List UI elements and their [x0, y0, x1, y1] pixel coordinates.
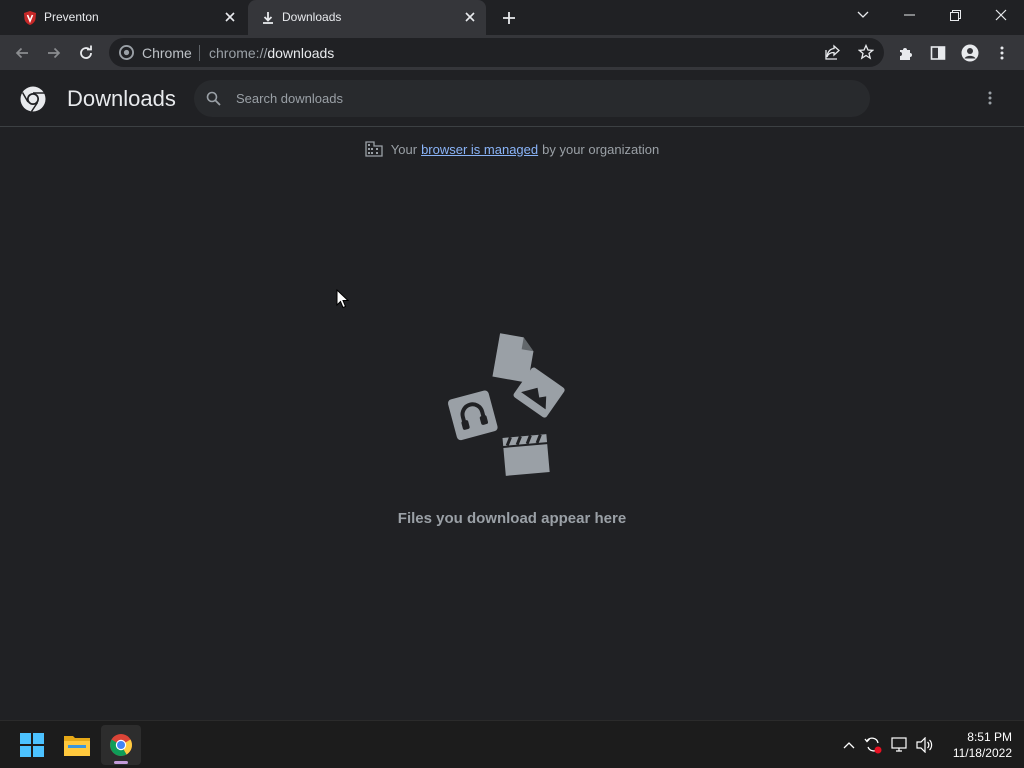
extensions-button[interactable] [892, 39, 920, 67]
chrome-site-icon [119, 45, 134, 60]
url-scheme: chrome:// [209, 45, 268, 61]
building-icon [365, 141, 383, 157]
browser-window: Preventon Downloads Chrome chrome://down… [0, 0, 1024, 768]
tab-search-button[interactable] [841, 0, 885, 30]
divider [199, 45, 200, 61]
video-icon [502, 434, 550, 476]
restore-button[interactable] [933, 0, 977, 30]
empty-state-message: Files you download appear here [397, 510, 627, 527]
more-actions-button[interactable] [978, 86, 1002, 110]
plus-icon [503, 12, 515, 24]
profile-button[interactable] [956, 39, 984, 67]
chevron-down-icon [857, 11, 869, 18]
address-bar[interactable]: Chrome chrome://downloads [109, 38, 884, 67]
preventon-shield-icon [24, 11, 36, 25]
chrome-logo-icon [20, 86, 46, 112]
managed-text-prefix: Your [390, 141, 418, 157]
managed-notice: Your browser is managed by your organiza… [0, 140, 1024, 158]
side-panel-icon [930, 46, 946, 60]
site-chip: Chrome [142, 45, 192, 61]
start-button[interactable] [12, 725, 52, 765]
search-box[interactable] [194, 80, 870, 117]
file-explorer-button[interactable] [57, 725, 97, 765]
puzzle-icon [900, 48, 912, 60]
more-vert-icon [1000, 46, 1004, 60]
volume-button[interactable] [915, 735, 935, 755]
tab-title: Preventon [44, 10, 99, 24]
back-button[interactable] [8, 39, 36, 67]
bookmark-button[interactable] [852, 38, 880, 66]
windows-taskbar: 8:51 PM 11/18/2022 [0, 720, 1024, 768]
system-clock[interactable]: 8:51 PM 11/18/2022 [940, 729, 1012, 761]
clock-date: 11/18/2022 [952, 746, 1012, 760]
star-icon [858, 44, 874, 60]
search-icon [206, 91, 221, 106]
url-host: downloads [267, 45, 335, 61]
file-explorer-icon [64, 736, 90, 756]
share-icon [825, 44, 840, 60]
chrome-taskbar-button[interactable] [101, 725, 141, 765]
reload-button[interactable] [72, 39, 100, 67]
clock-time: 8:51 PM [967, 730, 1012, 744]
speaker-icon [916, 737, 933, 753]
close-tab-icon[interactable] [222, 9, 238, 25]
arrow-left-icon [15, 47, 28, 59]
chrome-menu-button[interactable] [988, 39, 1016, 67]
audio-icon [447, 390, 498, 441]
active-app-indicator [114, 761, 128, 764]
tab-title: Downloads [282, 10, 342, 24]
close-tab-icon[interactable] [462, 9, 478, 25]
chevron-up-icon [843, 742, 855, 749]
downloads-header: Downloads [0, 70, 1024, 127]
share-button[interactable] [819, 38, 847, 66]
more-vert-icon [988, 91, 992, 105]
url-text: chrome://downloads [209, 45, 334, 61]
reload-icon [80, 45, 92, 59]
download-icon [263, 12, 273, 24]
browser-managed-link[interactable]: browser is managed [421, 142, 538, 157]
side-panel-button[interactable] [924, 39, 952, 67]
network-icon [891, 737, 907, 752]
windows-start-icon [20, 733, 44, 757]
sync-status-button[interactable] [863, 735, 883, 755]
close-window-button[interactable] [979, 0, 1023, 30]
minimize-icon [903, 14, 915, 16]
tab-strip: Preventon Downloads [0, 0, 1024, 35]
show-hidden-icons-button[interactable] [839, 735, 859, 755]
mouse-pointer-icon [336, 289, 349, 309]
close-icon [995, 9, 1007, 21]
chrome-icon [110, 734, 132, 756]
empty-downloads-illustration [447, 333, 565, 476]
tab-downloads[interactable]: Downloads [248, 0, 486, 35]
restore-icon [949, 9, 961, 21]
page-title: Downloads [67, 86, 176, 111]
new-tab-button[interactable] [498, 7, 520, 29]
forward-button[interactable] [40, 39, 68, 67]
search-input[interactable] [236, 86, 856, 111]
browser-toolbar: Chrome chrome://downloads [0, 35, 1024, 70]
network-button[interactable] [890, 735, 910, 755]
avatar-icon [961, 44, 979, 62]
tab-preventon[interactable]: Preventon [10, 0, 246, 35]
managed-text-suffix: by your organization [542, 141, 660, 157]
minimize-button[interactable] [887, 0, 931, 30]
arrow-right-icon [48, 47, 61, 59]
sync-icon [864, 737, 882, 754]
